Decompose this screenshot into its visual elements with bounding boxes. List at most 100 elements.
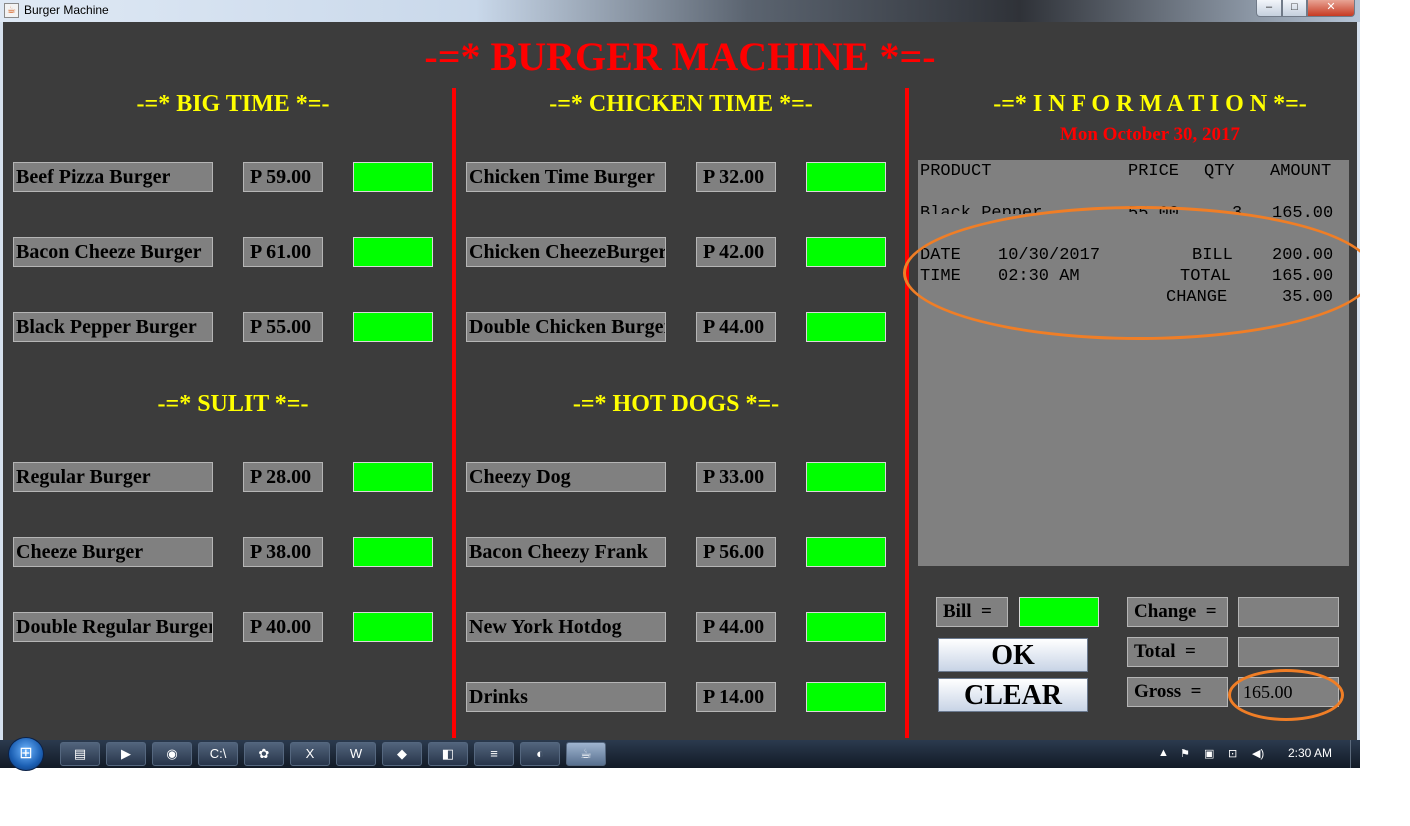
windows-taskbar: ⊞ ▤ ▶ ◉ C:\ ✿ X W ◆ ◧ ≡ ◐ ☕ ▲ ⚑ ▣ ⊡ ◀) 2… bbox=[0, 737, 1361, 771]
section-title-chicken-time: -=* CHICKEN TIME *=- bbox=[549, 91, 813, 117]
app-diamond-icon[interactable]: ◆ bbox=[382, 742, 422, 766]
receipt-line-amount: 165.00 bbox=[1272, 204, 1334, 223]
quantity-input[interactable] bbox=[806, 462, 886, 492]
action-center-flag-icon[interactable]: ⚑ bbox=[1180, 747, 1190, 760]
divider-right bbox=[905, 88, 909, 738]
menu-item-price: P 59.00 bbox=[243, 162, 323, 192]
window-title: Burger Machine bbox=[24, 3, 109, 17]
total-field bbox=[1238, 637, 1339, 667]
media-player-icon[interactable]: ▶ bbox=[106, 742, 146, 766]
total-label: Total = bbox=[1127, 637, 1228, 667]
window-titlebar[interactable]: ☕ Burger Machine – □ ✕ bbox=[0, 0, 1360, 22]
receipt-line-product: Black Pepper bbox=[920, 204, 1043, 214]
menu-item-name: Chicken Time Burger bbox=[466, 162, 666, 192]
quantity-input[interactable] bbox=[806, 612, 886, 642]
quantity-input[interactable] bbox=[353, 162, 433, 192]
volume-icon[interactable]: ◀) bbox=[1252, 747, 1264, 760]
network-icon[interactable]: ⊡ bbox=[1228, 747, 1237, 760]
section-title-hot-dogs: -=* HOT DOGS *=- bbox=[572, 391, 780, 417]
bill-input[interactable] bbox=[1019, 597, 1099, 627]
minimize-button[interactable]: – bbox=[1256, 0, 1282, 17]
menu-item-name: Bacon Cheezy Frank bbox=[466, 537, 666, 567]
gross-field: 165.00 bbox=[1238, 677, 1339, 707]
clear-button[interactable]: CLEAR bbox=[938, 678, 1088, 712]
section-title-big-time: -=* BIG TIME *=- bbox=[136, 91, 330, 117]
change-label: Change = bbox=[1127, 597, 1228, 627]
chrome-icon[interactable]: ◉ bbox=[152, 742, 192, 766]
file-explorer-icon[interactable]: ▤ bbox=[60, 742, 100, 766]
taskbar-clock[interactable]: 2:30 AM bbox=[1288, 746, 1332, 760]
receipt-time-label: TIME bbox=[920, 267, 961, 286]
app-folder-icon[interactable]: ◧ bbox=[428, 742, 468, 766]
close-button[interactable]: ✕ bbox=[1307, 0, 1355, 17]
menu-item-price: P 33.00 bbox=[696, 462, 776, 492]
quantity-input[interactable] bbox=[806, 237, 886, 267]
quantity-input[interactable] bbox=[806, 312, 886, 342]
excel-icon[interactable]: X bbox=[290, 742, 330, 766]
paint-icon[interactable]: ◐ bbox=[520, 742, 560, 766]
burger-machine-window: ☕ Burger Machine – □ ✕ -=* BURGER MACHIN… bbox=[0, 0, 1360, 740]
receipt-header-product: PRODUCT bbox=[920, 162, 992, 181]
menu-item-price: P 44.00 bbox=[696, 312, 776, 342]
word-icon[interactable]: W bbox=[336, 742, 376, 766]
section-title-sulit: -=* SULIT *=- bbox=[157, 391, 309, 417]
change-field bbox=[1238, 597, 1339, 627]
receipt-header-qty: QTY bbox=[1204, 162, 1235, 181]
java-app-icon: ☕ bbox=[4, 3, 19, 18]
device-icon[interactable]: ▣ bbox=[1204, 747, 1214, 760]
current-date: Mon October 30, 2017 bbox=[1059, 124, 1241, 145]
menu-item-name: Regular Burger bbox=[13, 462, 213, 492]
quantity-input[interactable] bbox=[806, 537, 886, 567]
windows-logo-icon[interactable]: ⊞ bbox=[8, 737, 44, 771]
menu-item-price: P 40.00 bbox=[243, 612, 323, 642]
receipt-line-qty: 3 bbox=[1232, 204, 1243, 214]
receipt-bill-value: 200.00 bbox=[1272, 246, 1334, 265]
receipt-date-label: DATE bbox=[920, 246, 961, 265]
quantity-input[interactable] bbox=[353, 237, 433, 267]
receipt-total-label: TOTAL bbox=[1180, 267, 1232, 286]
maximize-button[interactable]: □ bbox=[1282, 0, 1307, 17]
show-desktop-button[interactable] bbox=[1350, 740, 1361, 768]
app-title: -=* BURGER MACHINE *=- bbox=[424, 34, 936, 79]
notepad-icon[interactable]: ≡ bbox=[474, 742, 514, 766]
receipt-total-value: 165.00 bbox=[1272, 267, 1334, 286]
menu-item-name: Double Chicken Burger bbox=[466, 312, 666, 342]
menu-item-price: P 38.00 bbox=[243, 537, 323, 567]
menu-item-price: P 42.00 bbox=[696, 237, 776, 267]
divider-left bbox=[452, 88, 456, 738]
quantity-input[interactable] bbox=[806, 162, 886, 192]
menu-item-price: P 61.00 bbox=[243, 237, 323, 267]
tray-expand-icon[interactable]: ▲ bbox=[1158, 747, 1169, 759]
menu-item-price: P 14.00 bbox=[696, 682, 776, 712]
gross-label: Gross = bbox=[1127, 677, 1228, 707]
quantity-input[interactable] bbox=[353, 312, 433, 342]
receipt-line-price: 55.00 bbox=[1128, 204, 1180, 214]
quantity-input[interactable] bbox=[806, 682, 886, 712]
java-app-icon[interactable]: ☕ bbox=[566, 742, 606, 766]
app-green-icon[interactable]: ✿ bbox=[244, 742, 284, 766]
receipt-time-value: 02:30 AM bbox=[998, 267, 1080, 286]
receipt-change-label: CHANGE bbox=[1166, 288, 1228, 307]
menu-item-name: Black Pepper Burger bbox=[13, 312, 213, 342]
receipt-header-price: PRICE bbox=[1128, 162, 1180, 181]
receipt-display: PRODUCT PRICE QTY AMOUNT Black Pepper 55… bbox=[918, 160, 1349, 566]
quantity-input[interactable] bbox=[353, 612, 433, 642]
menu-item-price: P 56.00 bbox=[696, 537, 776, 567]
menu-item-name: Bacon Cheeze Burger bbox=[13, 237, 213, 267]
menu-item-name: Cheezy Dog bbox=[466, 462, 666, 492]
section-title-information: -=* I N F O R M A T I O N *=- bbox=[993, 91, 1307, 117]
ok-button[interactable]: OK bbox=[938, 638, 1088, 672]
menu-item-name: Drinks bbox=[466, 682, 666, 712]
command-prompt-icon[interactable]: C:\ bbox=[198, 742, 238, 766]
quantity-input[interactable] bbox=[353, 462, 433, 492]
receipt-bill-label: BILL bbox=[1192, 246, 1233, 265]
receipt-header-amount: AMOUNT bbox=[1270, 162, 1332, 181]
quantity-input[interactable] bbox=[353, 537, 433, 567]
menu-item-name: Beef Pizza Burger bbox=[13, 162, 213, 192]
receipt-date-value: 10/30/2017 bbox=[998, 246, 1101, 265]
window-border-left bbox=[0, 22, 3, 740]
menu-item-name: Chicken CheezeBurger bbox=[466, 237, 666, 267]
menu-item-price: P 44.00 bbox=[696, 612, 776, 642]
menu-item-name: Double Regular Burger bbox=[13, 612, 213, 642]
menu-item-price: P 32.00 bbox=[696, 162, 776, 192]
